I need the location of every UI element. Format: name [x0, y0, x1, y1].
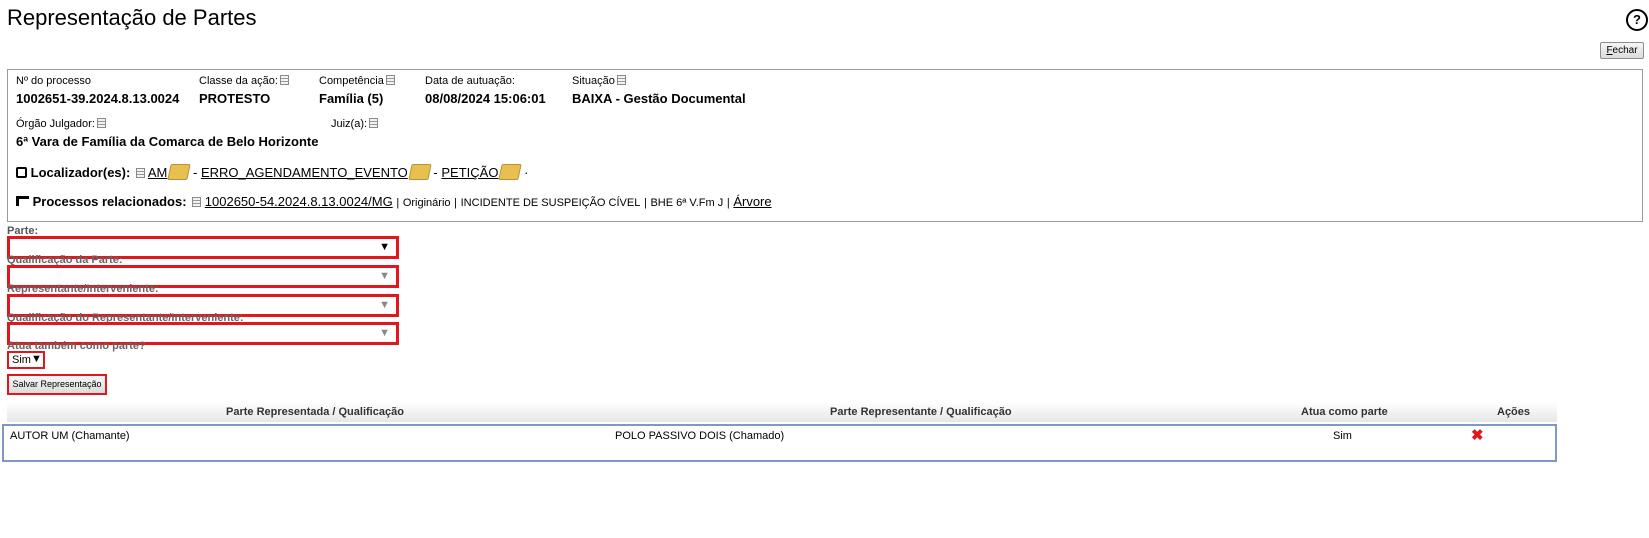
localizador-am[interactable]: AM	[148, 165, 168, 180]
salvar-representacao-button[interactable]: Salvar Representação	[7, 374, 107, 395]
rel-orgao: BHE 6ª V.Fm J	[650, 197, 724, 209]
info-icon[interactable]	[96, 118, 106, 128]
localizadores-row: Localizador(es): AM - ERRO_AGENDAMENTO_E…	[16, 164, 528, 180]
numero-value: 1002651-39.2024.8.13.0024	[16, 91, 180, 106]
atua-select[interactable]: Sim ▼	[7, 351, 45, 369]
relacionados-label: Processos relacionados:	[32, 194, 187, 209]
table-row: AUTOR UM (Chamante) POLO PASSIVO DOIS (C…	[2, 424, 1557, 462]
info-icon[interactable]	[369, 118, 379, 128]
orgao-value: 6ª Vara de Família da Comarca de Belo Ho…	[16, 134, 319, 149]
info-icon[interactable]	[616, 75, 626, 85]
col-representante: Parte Representante / Qualificação	[830, 406, 1012, 418]
cell-atua: Sim	[1333, 430, 1352, 442]
chevron-down-icon: ▼	[379, 327, 390, 339]
note-icon[interactable]	[408, 164, 432, 180]
rel-tipo: Originário	[402, 197, 451, 209]
juiz-label: Juiz(a):	[331, 118, 379, 130]
chevron-down-icon: ▼	[379, 241, 390, 253]
info-icon[interactable]	[192, 197, 202, 207]
locator-icon	[16, 167, 27, 178]
info-icon[interactable]	[135, 168, 145, 178]
localizadores-label: Localizador(es):	[30, 165, 131, 180]
chevron-down-icon: ▼	[31, 353, 42, 365]
rel-classe: INCIDENTE DE SUSPEIÇÃO CÍVEL	[460, 197, 641, 209]
note-icon[interactable]	[167, 164, 192, 180]
table-header: Parte Representada / Qualificação Parte …	[7, 402, 1557, 422]
situacao-label: Situação	[572, 75, 626, 87]
col-acoes: Ações	[1497, 406, 1531, 418]
atua-value: Sim	[12, 354, 31, 366]
numero-label: Nº do processo	[16, 75, 91, 87]
tree-icon	[16, 196, 29, 206]
delete-x-icon[interactable]: ✖	[1471, 426, 1484, 444]
chevron-down-icon: ▼	[379, 270, 390, 282]
info-icon[interactable]	[385, 75, 395, 85]
fechar-button[interactable]: Fechar	[1600, 42, 1644, 59]
col-representada: Parte Representada / Qualificação	[226, 406, 404, 418]
sep: -	[192, 165, 198, 180]
note-icon[interactable]	[498, 164, 523, 180]
cell-representada: AUTOR UM (Chamante)	[10, 430, 130, 442]
help-icon[interactable]: ?	[1626, 9, 1648, 31]
classe-value: PROTESTO	[199, 91, 271, 106]
situacao-value: BAIXA - Gestão Documental	[572, 91, 746, 106]
end-dot: ·	[524, 165, 529, 180]
processo-relacionado-link[interactable]: 1002650-54.2024.8.13.0024/MG	[205, 194, 393, 209]
data-label: Data de autuação:	[425, 75, 515, 87]
chevron-down-icon: ▼	[379, 299, 390, 311]
cell-representante: POLO PASSIVO DOIS (Chamado)	[615, 430, 785, 442]
classe-label: Classe da ação:	[199, 75, 289, 87]
competencia-label: Competência	[319, 75, 395, 87]
info-icon[interactable]	[279, 75, 289, 85]
relacionados-row: Processos relacionados: 1002650-54.2024.…	[16, 194, 772, 209]
arvore-link[interactable]: Árvore	[733, 194, 771, 209]
data-value: 08/08/2024 15:06:01	[425, 91, 546, 106]
page-title: Representação de Partes	[7, 5, 257, 30]
localizador-peticao[interactable]: PETIÇÃO	[441, 165, 498, 180]
orgao-label: Órgão Julgador:	[16, 118, 106, 130]
competencia-value: Família (5)	[319, 91, 384, 106]
col-atua: Atua como parte	[1301, 406, 1388, 418]
fechar-label: Fechar	[1606, 45, 1638, 56]
localizador-erro[interactable]: ERRO_AGENDAMENTO_EVENTO	[201, 165, 408, 180]
sep: -	[433, 165, 438, 180]
